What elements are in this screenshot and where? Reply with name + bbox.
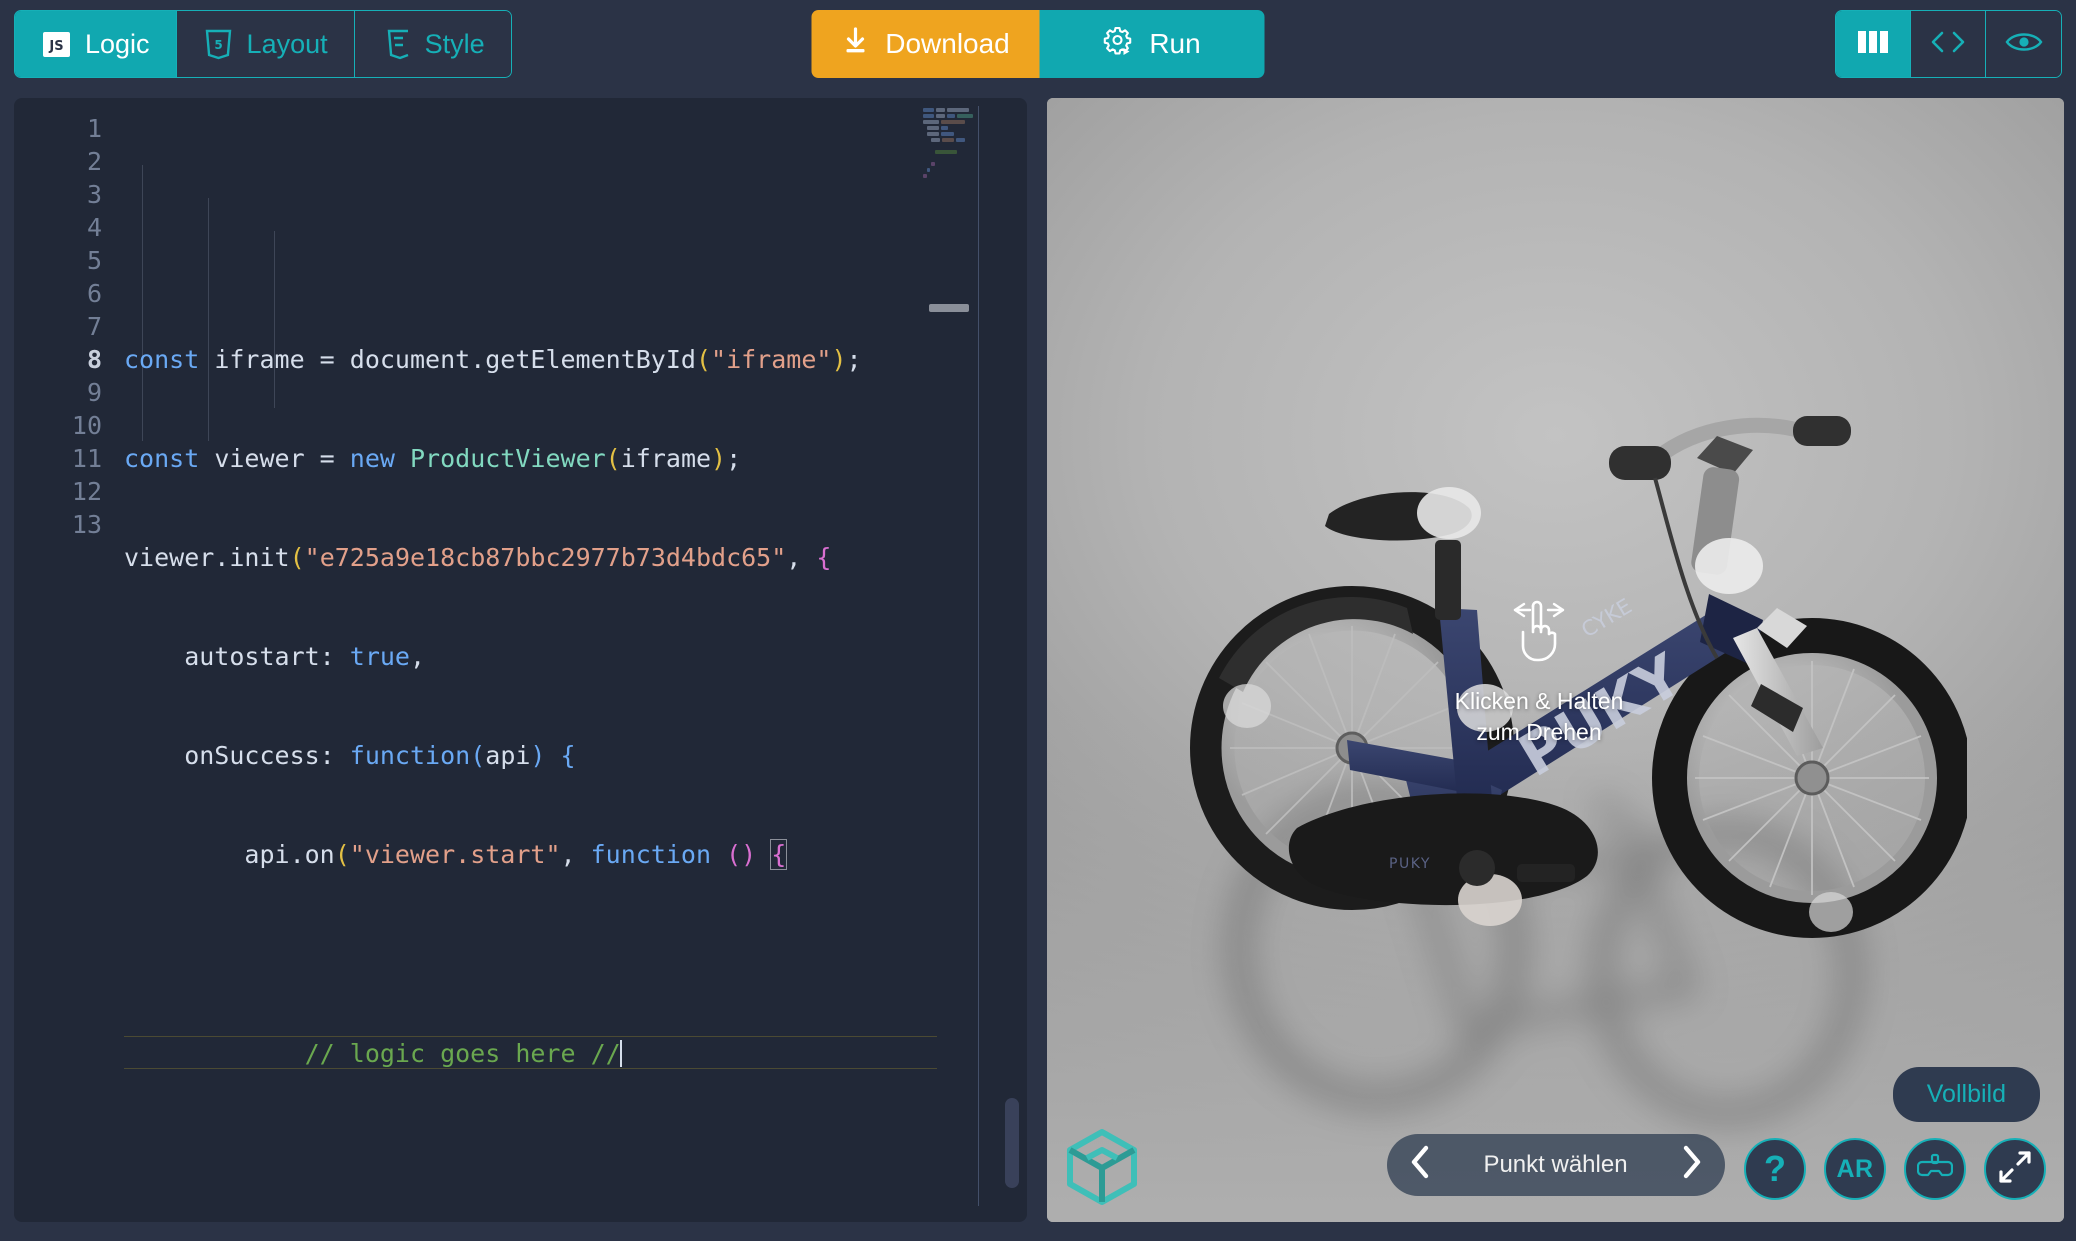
chevron-left-icon[interactable] [1409, 1145, 1431, 1185]
viewer-controls: ? AR [1744, 1138, 2046, 1200]
code-editor-panel[interactable]: 1 2 3 4 5 6 7 8 9 10 11 12 13 const ifra… [14, 98, 1027, 1222]
tab-layout-label: Layout [246, 28, 328, 59]
js-icon: JS [41, 28, 72, 61]
preview-eye-icon [2004, 28, 2044, 61]
app-root: JS Logic 5 Layout Style Download Run 1 2… [0, 0, 2076, 1241]
line-number: 13 [71, 510, 102, 539]
line-number: 4 [86, 213, 102, 242]
line-number: 2 [86, 147, 102, 176]
run-button[interactable]: Run [1039, 10, 1265, 78]
line-number: 11 [71, 444, 102, 473]
html5-icon: 5 [203, 28, 234, 61]
code-line: viewer.init("e725a9e18cb87bbc2977b73d4bd… [124, 543, 832, 572]
rotate-hint-line1: Klicken & Halten [1454, 688, 1624, 714]
line-number: 3 [86, 180, 102, 209]
code-view-icon [1929, 29, 1967, 60]
rotate-hint-line2: zum Drehen [1476, 719, 1602, 745]
minimap-slider[interactable] [978, 106, 979, 1206]
hotspot-label: Punkt wählen [1483, 1151, 1628, 1178]
question-mark-icon: ? [1764, 1148, 1786, 1189]
vr-button[interactable] [1904, 1138, 1966, 1200]
split-view-icon [1855, 28, 1891, 61]
rear-fender [1219, 596, 1413, 692]
chain-guard [1288, 793, 1598, 906]
editor-scrollbar[interactable] [1005, 1098, 1019, 1188]
preview-button[interactable] [1986, 11, 2061, 77]
line-number: 1 [86, 114, 102, 143]
line-number: 6 [86, 279, 102, 308]
grip-right [1793, 416, 1851, 446]
ar-icon: AR [1836, 1154, 1874, 1183]
code-line: api.on("viewer.start", function () { [124, 839, 788, 870]
action-button-group: Download Run [811, 10, 1265, 78]
tab-layout[interactable]: 5 Layout [176, 11, 355, 77]
tab-style-label: Style [424, 28, 485, 59]
vr-headset-icon [1916, 1153, 1954, 1186]
download-icon [841, 26, 869, 63]
editor-tab-group: JS Logic 5 Layout Style [14, 10, 512, 78]
product-viewer-panel[interactable]: PUKY PUKY CYKE Klicken & Halten zum Dreh… [1047, 98, 2064, 1222]
reflector-front [1695, 538, 1763, 594]
text-caret [619, 1040, 622, 1067]
expand-arrows-icon [1998, 1150, 2032, 1189]
help-button[interactable]: ? [1744, 1138, 1806, 1200]
chainguard-brand: PUKY [1389, 856, 1431, 872]
svg-text:5: 5 [214, 38, 222, 52]
gear-play-icon [1103, 26, 1133, 63]
rotate-hint: Klicken & Halten zum Drehen [1419, 590, 1659, 748]
hand-drag-icon [1419, 590, 1659, 672]
cube-logo-icon[interactable] [1059, 1124, 1145, 1210]
reflector-rear [1417, 487, 1481, 539]
chevron-right-icon[interactable] [1681, 1145, 1703, 1185]
line-number: 5 [86, 246, 102, 275]
line-number: 10 [71, 411, 102, 440]
editor-minimap[interactable] [923, 108, 975, 1208]
download-button[interactable]: Download [811, 10, 1040, 78]
code-line: const iframe = document.getElementById("… [124, 345, 862, 374]
ar-button[interactable]: AR [1824, 1138, 1886, 1200]
line-number: 12 [71, 477, 102, 506]
line-number: 9 [86, 378, 102, 407]
run-label: Run [1149, 28, 1201, 59]
code-line: onSuccess: function(api) { [124, 741, 576, 770]
download-label: Download [885, 28, 1010, 59]
hotspot-selector[interactable]: Punkt wählen [1386, 1134, 1725, 1196]
viewer-stage[interactable]: PUKY PUKY CYKE Klicken & Halten zum Dreh… [1047, 98, 2064, 1222]
view-mode-group [1835, 10, 2062, 78]
grip-left [1609, 446, 1671, 480]
front-wheel [1652, 618, 1967, 938]
css3-icon [381, 28, 412, 61]
code-line: autostart: true, [124, 642, 426, 671]
svg-text:JS: JS [48, 39, 63, 54]
tab-style[interactable]: Style [354, 11, 511, 77]
tab-logic[interactable]: JS Logic [15, 11, 177, 77]
code-content[interactable]: const iframe = document.getElementById("… [124, 112, 937, 1222]
fullscreen-button[interactable] [1984, 1138, 2046, 1200]
top-toolbar: JS Logic 5 Layout Style Download Run [0, 0, 2076, 88]
code-line: const viewer = new ProductViewer(iframe)… [124, 444, 742, 473]
line-number-gutter: 1 2 3 4 5 6 7 8 9 10 11 12 13 [14, 98, 124, 1222]
split-view-button[interactable] [1836, 11, 1911, 77]
line-number: 7 [86, 312, 102, 341]
minimap-scroll-thumb[interactable] [929, 304, 969, 312]
code-view-button[interactable] [1911, 11, 1986, 77]
fullscreen-tooltip: Vollbild [1892, 1067, 2040, 1122]
code-line-active[interactable]: // logic goes here // [124, 1036, 937, 1069]
line-number-current: 8 [86, 345, 102, 374]
tab-logic-label: Logic [85, 28, 150, 59]
